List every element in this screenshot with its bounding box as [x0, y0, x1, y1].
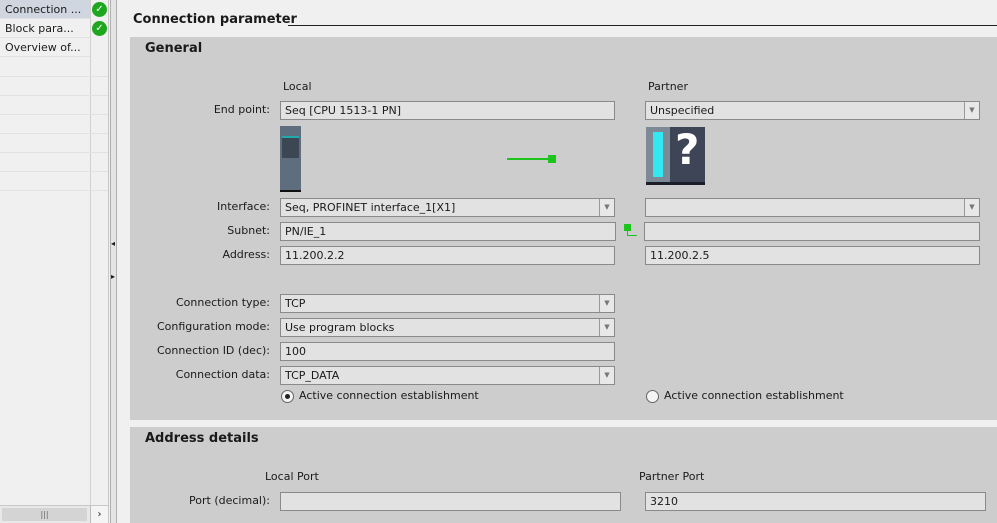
cpu-device-icon [280, 126, 301, 192]
local-port-field[interactable] [280, 492, 621, 511]
section-title: General [145, 41, 203, 56]
dropdown-value: TCP [285, 297, 306, 310]
dropdown-value: Seq, PROFINET interface_1[X1] [285, 201, 456, 214]
nav-item-label: Overview of... [5, 41, 81, 54]
local-interface-dropdown[interactable]: Seq, PROFINET interface_1[X1] ▼ [280, 198, 615, 217]
partner-interface-dropdown[interactable]: ▼ [645, 198, 980, 217]
nav-item-connection[interactable]: Connection ... [0, 0, 90, 19]
section-title: Address details [145, 431, 259, 446]
dropdown-value: Use program blocks [285, 321, 395, 334]
chevron-down-icon[interactable]: ▼ [964, 199, 979, 216]
connection-type-label: Connection type: [175, 296, 270, 309]
connection-id-field[interactable]: 100 [280, 342, 615, 361]
connection-id-label: Connection ID (dec): [156, 344, 270, 357]
connection-type-dropdown[interactable]: TCP ▼ [280, 294, 615, 313]
unknown-device-icon: ? [646, 125, 705, 185]
chevron-down-icon[interactable]: ▼ [599, 295, 614, 312]
partner-port-heading: Partner Port [639, 470, 705, 483]
configuration-mode-label: Configuration mode: [157, 320, 270, 333]
expand-right-icon[interactable]: ▸ [111, 273, 115, 281]
configuration-mode-dropdown[interactable]: Use program blocks ▼ [280, 318, 615, 337]
chevron-down-icon[interactable]: ▼ [599, 319, 614, 336]
nav-item-label: Block para... [5, 22, 74, 35]
local-active-label: Active connection establishment [299, 389, 479, 402]
nav-item-label: Connection ... [5, 3, 82, 16]
nav-item-block-parameters[interactable]: Block para... [0, 19, 90, 38]
local-active-radio[interactable] [281, 390, 294, 403]
interface-label: Interface: [217, 200, 270, 213]
divider [0, 95, 108, 96]
local-subnet-field[interactable]: PN/IE_1 [280, 222, 616, 241]
partner-end-point-dropdown[interactable]: Unspecified ▼ [645, 101, 980, 120]
check-icon: ✓ [92, 2, 107, 17]
chevron-down-icon[interactable]: ▼ [599, 199, 614, 216]
subnet-link-line [627, 230, 637, 236]
dropdown-value: TCP_DATA [285, 369, 340, 382]
chevron-down-icon[interactable]: ▼ [599, 367, 614, 384]
partner-address-field[interactable]: 11.200.2.5 [645, 246, 980, 265]
local-end-point-field[interactable]: Seq [CPU 1513-1 PN] [280, 101, 615, 120]
local-heading: Local [283, 80, 312, 93]
nav-item-overview[interactable]: Overview of... [0, 38, 90, 57]
local-address-field[interactable]: 11.200.2.2 [280, 246, 615, 265]
end-point-label: End point: [213, 103, 270, 116]
divider [0, 190, 108, 191]
partner-active-radio[interactable] [646, 390, 659, 403]
divider [0, 152, 108, 153]
divider [0, 171, 108, 172]
dropdown-value: Unspecified [650, 104, 715, 117]
connection-line [507, 158, 551, 160]
subnet-label: Subnet: [227, 224, 270, 237]
partner-port-field[interactable]: 3210 [645, 492, 986, 511]
partner-active-label: Active connection establishment [664, 389, 844, 402]
check-icon: ✓ [92, 21, 107, 36]
divider [0, 133, 108, 134]
connection-port-icon [548, 155, 556, 163]
port-label: Port (decimal): [189, 494, 270, 507]
partner-subnet-field[interactable] [644, 222, 980, 241]
divider [288, 25, 997, 26]
connection-data-dropdown[interactable]: TCP_DATA ▼ [280, 366, 615, 385]
page-title: Connection parameter [133, 12, 297, 27]
connection-data-label: Connection data: [175, 368, 270, 381]
partner-heading: Partner [648, 80, 688, 93]
divider [0, 76, 108, 77]
chevron-down-icon[interactable]: ▼ [964, 102, 979, 119]
address-label: Address: [222, 248, 270, 261]
local-port-heading: Local Port [265, 470, 319, 483]
